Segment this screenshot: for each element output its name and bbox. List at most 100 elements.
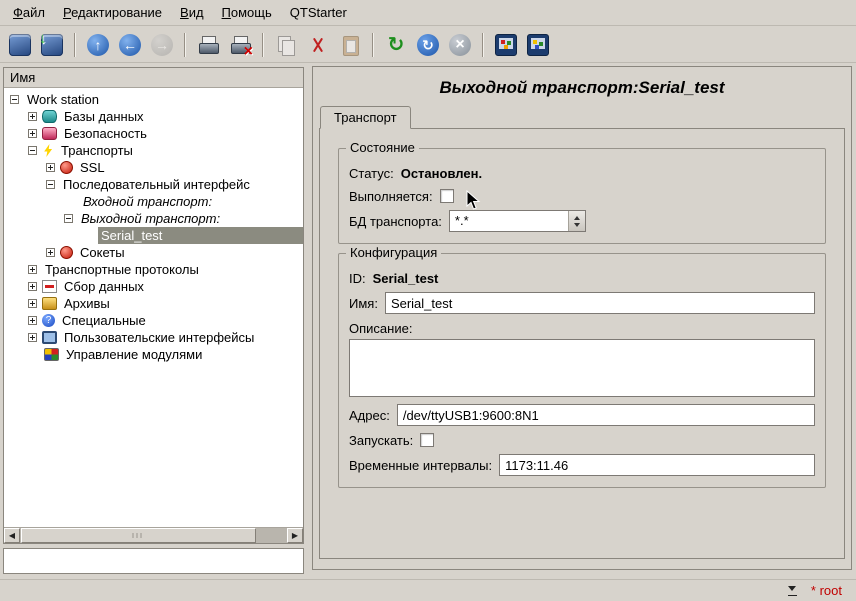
expand-icon[interactable] — [46, 248, 55, 257]
load-icon — [9, 34, 31, 56]
expand-icon[interactable] — [28, 299, 37, 308]
tree-item[interactable]: Транспортные протоколы — [4, 261, 303, 278]
add-item-button[interactable] — [193, 30, 223, 60]
tab-transport[interactable]: Транспорт — [320, 106, 411, 129]
transport-db-combobox[interactable]: *.* — [449, 210, 586, 232]
tree-item-label: Архивы — [61, 295, 113, 312]
tree-item-label: Последовательный интерфейс — [60, 176, 253, 193]
toolbar-separator — [262, 33, 264, 57]
save-to-db-button[interactable] — [37, 30, 67, 60]
timings-input[interactable] — [499, 454, 815, 476]
tree-item[interactable]: Последовательный интерфейс — [4, 176, 303, 193]
qtcfg-button[interactable] — [523, 30, 553, 60]
tree-item[interactable]: Архивы — [4, 295, 303, 312]
scrollbar-track[interactable] — [20, 528, 287, 543]
transport-db-value: *.* — [450, 211, 568, 231]
running-checkbox[interactable] — [440, 189, 454, 203]
transport-icon — [42, 144, 54, 157]
tree-item[interactable]: Work station — [4, 91, 303, 108]
toolbar-separator — [184, 33, 186, 57]
menu-qtstarter[interactable]: QTStarter — [281, 0, 356, 25]
scrollbar-thumb[interactable] — [21, 528, 256, 543]
address-input[interactable] — [397, 404, 815, 426]
go-back-button[interactable] — [115, 30, 145, 60]
tree-item[interactable]: Входной транспорт: — [4, 193, 303, 210]
tree-item[interactable]: Управление модулями — [4, 346, 303, 363]
qtvision-icon — [495, 34, 517, 56]
statusbar-expander-icon[interactable] — [787, 584, 799, 597]
expand-icon[interactable] — [28, 333, 37, 342]
tree-item-label: Пользовательские интерфейсы — [61, 329, 257, 346]
tree-item-label: Управление модулями — [63, 346, 205, 363]
start-icon — [417, 34, 439, 56]
tree-item[interactable]: Сокеты — [4, 244, 303, 261]
tree-item[interactable]: Базы данных — [4, 108, 303, 125]
load-from-db-button[interactable] — [5, 30, 35, 60]
expand-icon[interactable] — [46, 163, 55, 172]
name-label: Имя: — [349, 296, 378, 311]
menu-edit[interactable]: Редактирование — [54, 0, 171, 25]
collapse-icon[interactable] — [46, 180, 55, 189]
splitter-handle[interactable] — [304, 67, 312, 574]
expand-icon[interactable] — [28, 316, 37, 325]
id-value: Serial_test — [373, 271, 439, 286]
statusbar: * root — [0, 579, 856, 601]
start-checkbox[interactable] — [420, 433, 434, 447]
copy-item-button — [271, 30, 301, 60]
status-value: Остановлен. — [401, 166, 482, 181]
tree-item-label: Транспортные протоколы — [42, 261, 202, 278]
copy-icon — [275, 34, 297, 56]
menu-view[interactable]: Вид — [171, 0, 213, 25]
toolbar-separator — [372, 33, 374, 57]
collapse-icon[interactable] — [28, 146, 37, 155]
user-indicator[interactable]: * root — [811, 583, 842, 598]
remove-item-button[interactable] — [225, 30, 255, 60]
tree-item[interactable]: Пользовательские интерфейсы — [4, 329, 303, 346]
scroll-left-button[interactable]: ◀ — [4, 528, 20, 543]
navigation-tree: Work stationБазы данныхБезопасностьТранс… — [4, 88, 303, 527]
tree-item[interactable]: Специальные — [4, 312, 303, 329]
menu-help[interactable]: Помощь — [213, 0, 281, 25]
ssl-icon — [60, 161, 73, 174]
tree-item[interactable]: Сбор данных — [4, 278, 303, 295]
collapse-icon[interactable] — [64, 214, 73, 223]
go-up-button[interactable] — [83, 30, 113, 60]
socket-icon — [60, 246, 73, 259]
qtcfg-icon — [527, 34, 549, 56]
description-textarea[interactable] — [349, 339, 815, 397]
status-label: Статус: — [349, 166, 394, 181]
transport-db-label: БД транспорта: — [349, 214, 442, 229]
tree-hscrollbar[interactable]: ◀ ▶ — [4, 527, 303, 543]
menu-file[interactable]: Файл — [4, 0, 54, 25]
cut-item-button[interactable] — [303, 30, 333, 60]
config-group: Конфигурация ID: Serial_test Имя: Описан… — [338, 253, 826, 488]
tree-filter-input[interactable] — [3, 548, 304, 574]
expand-icon[interactable] — [28, 282, 37, 291]
tree-item-label: Безопасность — [61, 125, 150, 142]
tree-item[interactable]: Безопасность — [4, 125, 303, 142]
start-updating-button[interactable] — [413, 30, 443, 60]
tree-item[interactable]: SSL — [4, 159, 303, 176]
expand-icon[interactable] — [28, 112, 37, 121]
toolbar-separator — [74, 33, 76, 57]
stop-updating-button[interactable] — [445, 30, 475, 60]
refresh-button[interactable] — [381, 30, 411, 60]
menubar: ФайлРедактированиеВидПомощьQTStarter — [0, 0, 856, 26]
add-icon — [197, 34, 219, 56]
name-input[interactable] — [385, 292, 815, 314]
tree-item[interactable]: Транспорты — [4, 142, 303, 159]
expand-icon[interactable] — [28, 265, 37, 274]
qtvision-button[interactable] — [491, 30, 521, 60]
tree-item[interactable]: Serial_test — [4, 227, 303, 244]
go-forward-button — [147, 30, 177, 60]
toolbar-separator — [482, 33, 484, 57]
expand-icon[interactable] — [28, 129, 37, 138]
paste-icon — [339, 34, 361, 56]
config-panel: Выходной транспорт:Serial_test Транспорт… — [312, 66, 852, 570]
collapse-icon[interactable] — [10, 95, 19, 104]
modules-icon — [44, 348, 59, 361]
tree-item-label: Сокеты — [77, 244, 128, 261]
scroll-right-button[interactable]: ▶ — [287, 528, 303, 543]
tree-item[interactable]: Выходной транспорт: — [4, 210, 303, 227]
tree-item-label: Выходной транспорт: — [78, 210, 223, 227]
